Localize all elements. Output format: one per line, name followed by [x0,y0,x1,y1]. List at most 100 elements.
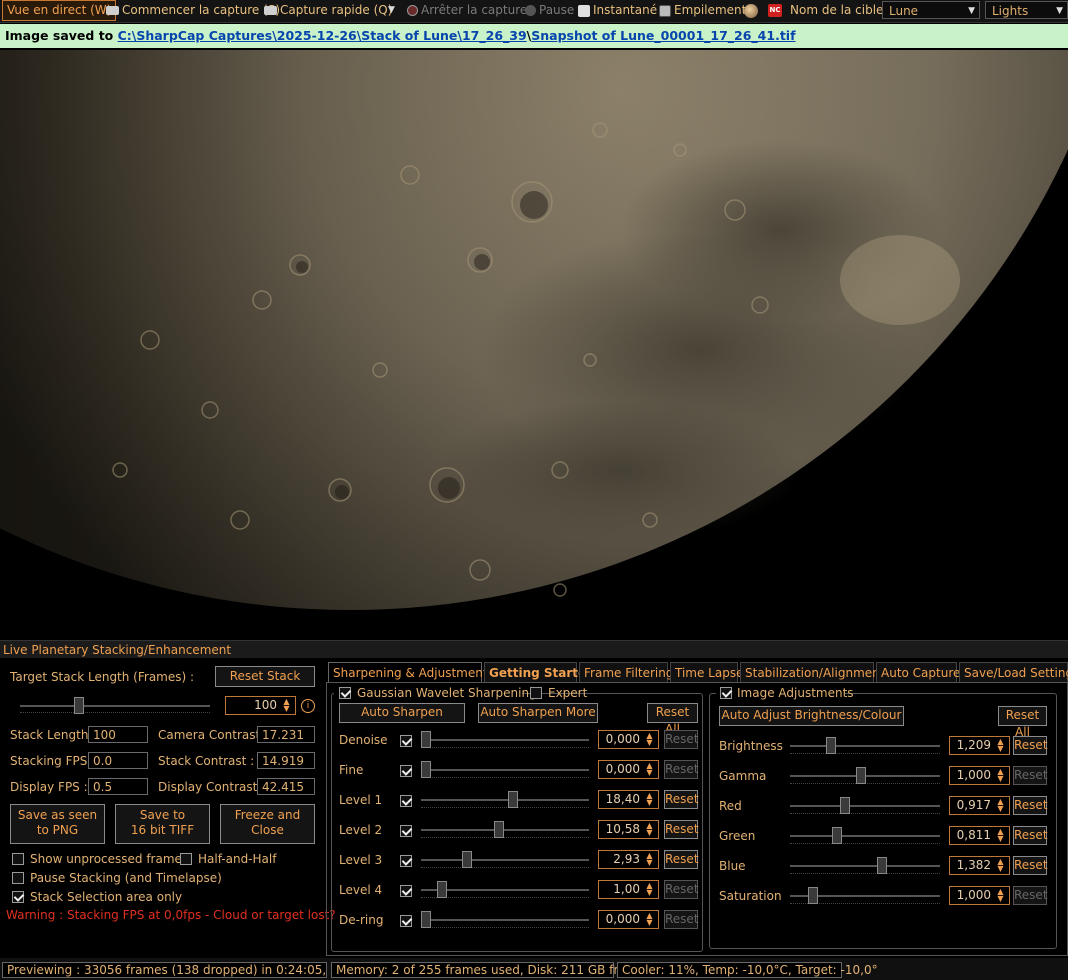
adjust-slider-track[interactable] [790,865,940,867]
sharpen-slider-thumb[interactable] [493,821,504,838]
sharpen-slider-track[interactable] [421,919,589,921]
sharpen-row-checkbox[interactable] [400,915,412,927]
sharpen-value-spinner[interactable]: 0,000 ▲ ▼ [598,910,659,929]
target-stack-spinner[interactable]: 100 ▲ ▼ [225,696,296,715]
auto-sharpen-more-button[interactable]: Auto Sharpen More [478,703,598,723]
pause-button[interactable]: Pause [525,0,574,21]
sharpen-slider-track[interactable] [421,739,589,741]
banner-folder-link[interactable]: C:\SharpCap Captures\2025-12-26\Stack of… [118,28,527,43]
sharpen-row-checkbox[interactable] [400,735,412,747]
sharpen-row-checkbox[interactable] [400,885,412,897]
target-stack-slider-thumb[interactable] [74,697,84,714]
sharpening-reset-all-button[interactable]: Reset All [647,703,698,736]
sharpen-slider-thumb[interactable] [436,881,447,898]
adjust-slider-thumb[interactable] [826,737,837,754]
spinner-arrows-icon[interactable]: ▲ ▼ [642,882,657,897]
sharpen-row-checkbox[interactable] [400,825,412,837]
live-view-button[interactable]: Vue en direct (W) [2,0,117,21]
adjust-value-spinner[interactable]: 0,811 ▲ ▼ [949,826,1010,845]
stop-capture-button[interactable]: Arrêter la capture [407,0,527,21]
stacking-button[interactable]: Empilement [659,0,746,21]
sharpen-row-checkbox[interactable] [400,855,412,867]
adjust-slider-track[interactable] [790,745,940,747]
tab-stabilization[interactable]: Stabilization/Alignment [740,662,884,682]
tab-sharpening[interactable]: Sharpening & Adjustments [328,662,494,682]
sharpen-value-spinner[interactable]: 18,40 ▲ ▼ [598,790,659,809]
adjust-reset-button[interactable]: Reset [1013,886,1048,905]
spinner-arrows-icon[interactable]: ▲ ▼ [993,828,1008,843]
adjust-reset-button[interactable]: Reset [1013,766,1048,785]
gaussian-sharpening-checkbox[interactable] [339,687,351,699]
sharpen-reset-button[interactable]: Reset [664,760,699,779]
freeze-close-button[interactable]: Freeze and Close [220,804,315,844]
adjust-value-spinner[interactable]: 1,382 ▲ ▼ [949,856,1010,875]
half-and-half-checkbox[interactable] [180,853,192,865]
sharpen-value-spinner[interactable]: 0,000 ▲ ▼ [598,730,659,749]
moon-icon-button[interactable] [744,0,761,21]
adjust-slider-track[interactable] [790,835,940,837]
adjust-value-spinner[interactable]: 0,917 ▲ ▼ [949,796,1010,815]
spinner-arrows-icon[interactable]: ▲ ▼ [993,798,1008,813]
spinner-arrows-icon[interactable]: ▲ ▼ [642,792,657,807]
auto-sharpen-button[interactable]: Auto Sharpen [339,703,465,723]
adjust-value-spinner[interactable]: 1,000 ▲ ▼ [949,766,1010,785]
sharpen-reset-button[interactable]: Reset [664,910,699,929]
quick-capture-button[interactable]: Capture rapide (Q) [264,0,392,21]
show-unprocessed-checkbox[interactable] [12,853,24,865]
adjust-slider-thumb[interactable] [855,767,866,784]
sharpen-row-checkbox[interactable] [400,795,412,807]
start-capture-button[interactable]: Commencer la capture (S) [106,0,280,21]
target-stack-slider-track[interactable] [20,705,210,707]
snapshot-button[interactable]: Instantané [578,0,657,21]
adjust-slider-track[interactable] [790,805,940,807]
camera-preview[interactable] [0,50,1068,633]
sharpen-slider-thumb[interactable] [421,731,431,748]
banner-file-link[interactable]: Snapshot of Lune_00001_17_26_41.tif [531,28,795,43]
save-tiff-button[interactable]: Save to 16 bit TIFF [115,804,210,844]
tab-save-load[interactable]: Save/Load Settings [959,662,1068,682]
info-icon[interactable]: i [301,699,315,713]
spinner-arrows-icon[interactable]: ▲ ▼ [642,762,657,777]
tab-getting-started[interactable]: Getting Started [484,662,595,682]
spinner-arrows-icon[interactable]: ▲ ▼ [993,768,1008,783]
reset-stack-button[interactable]: Reset Stack [215,666,315,687]
tab-frame-filtering[interactable]: Frame Filtering [579,662,673,682]
image-adjustments-checkbox[interactable] [720,687,732,699]
sharpen-value-spinner[interactable]: 1,00 ▲ ▼ [598,880,659,899]
spinner-arrows-icon[interactable]: ▲ ▼ [642,822,657,837]
sharpen-slider-track[interactable] [421,859,589,861]
spinner-arrows-icon[interactable]: ▲ ▼ [993,888,1008,903]
sharpen-reset-button[interactable]: Reset [664,880,699,899]
stack-selection-checkbox[interactable] [12,891,24,903]
no-calibration-button[interactable]: NC [768,0,785,21]
sharpen-reset-button[interactable]: Reset [664,820,699,839]
sharpen-slider-thumb[interactable] [507,791,518,808]
adjust-slider-thumb[interactable] [808,887,819,904]
sharpen-slider-track[interactable] [421,799,589,801]
sharpen-slider-track[interactable] [421,769,589,771]
adjust-slider-thumb[interactable] [832,827,842,844]
spinner-arrows-icon[interactable]: ▲ ▼ [279,698,294,713]
adjust-value-spinner[interactable]: 1,000 ▲ ▼ [949,886,1010,905]
save-png-button[interactable]: Save as seen to PNG [10,804,105,844]
auto-adjust-button[interactable]: Auto Adjust Brightness/Colour [719,706,904,726]
sharpen-slider-thumb[interactable] [462,851,473,868]
sharpen-slider-thumb[interactable] [421,911,431,928]
sharpen-value-spinner[interactable]: 0,000 ▲ ▼ [598,760,659,779]
sharpen-value-spinner[interactable]: 2,93 ▲ ▼ [598,850,659,869]
pause-stacking-checkbox[interactable] [12,872,24,884]
sharpen-reset-button[interactable]: Reset [664,790,699,809]
tab-time-lapse[interactable]: Time Lapse [670,662,743,682]
spinner-arrows-icon[interactable]: ▲ ▼ [642,732,657,747]
sharpen-reset-button[interactable]: Reset [664,730,699,749]
sharpen-slider-thumb[interactable] [421,761,431,778]
adjust-reset-button[interactable]: Reset [1013,856,1048,875]
expert-checkbox[interactable] [530,687,542,699]
sharpen-value-spinner[interactable]: 10,58 ▲ ▼ [598,820,659,839]
adjust-reset-button[interactable]: Reset [1013,826,1048,845]
quick-capture-dropdown-chevron-icon[interactable]: ▼ [388,0,395,21]
sharpen-slider-track[interactable] [421,829,589,831]
spinner-arrows-icon[interactable]: ▲ ▼ [642,852,657,867]
adjust-slider-thumb[interactable] [840,797,851,814]
spinner-arrows-icon[interactable]: ▲ ▼ [993,858,1008,873]
